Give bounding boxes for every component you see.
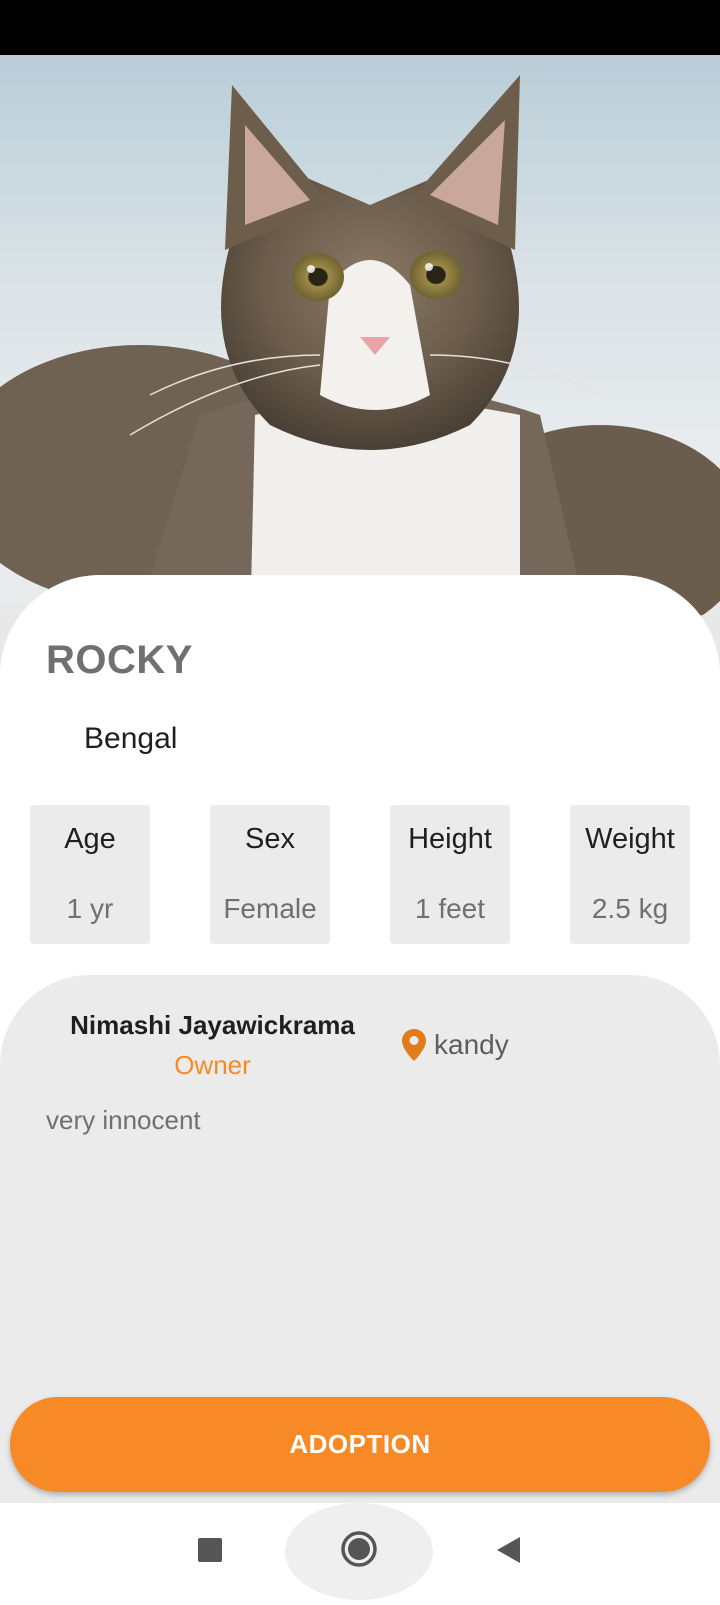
owner-role: Owner [174, 1050, 251, 1080]
stat-label: Height [408, 823, 492, 855]
location-text: kandy [434, 1029, 509, 1060]
pet-name: ROCKY [46, 638, 193, 682]
stat-value: 1 feet [414, 893, 486, 924]
stat-value: 2.5 kg [591, 893, 669, 924]
circle-icon [340, 1530, 378, 1573]
pet-description: very innocent [46, 1105, 201, 1135]
home-button[interactable] [285, 1503, 433, 1600]
stat-value: 1 yr [66, 893, 114, 924]
stat-sex: Sex Female [210, 805, 330, 944]
owner-name: Nimashi Jayawickrama [70, 1010, 355, 1040]
adoption-button[interactable]: ADOPTION [10, 1397, 710, 1492]
stat-value: Female [223, 893, 317, 924]
stat-label: Weight [585, 823, 675, 855]
stat-age: Age 1 yr [30, 805, 150, 944]
owner-location: kandy [402, 1029, 509, 1061]
map-pin-icon [402, 1029, 426, 1061]
status-bar [0, 0, 720, 55]
stat-label: Sex [245, 823, 295, 855]
stat-height: Height 1 feet [390, 805, 510, 944]
recents-button[interactable] [190, 1528, 230, 1576]
square-icon [197, 1537, 223, 1568]
stat-weight: Weight 2.5 kg [570, 805, 690, 944]
stat-label: Age [64, 823, 116, 855]
back-button[interactable] [488, 1528, 528, 1576]
pet-breed: Bengal [84, 722, 178, 755]
triangle-back-icon [495, 1536, 521, 1569]
